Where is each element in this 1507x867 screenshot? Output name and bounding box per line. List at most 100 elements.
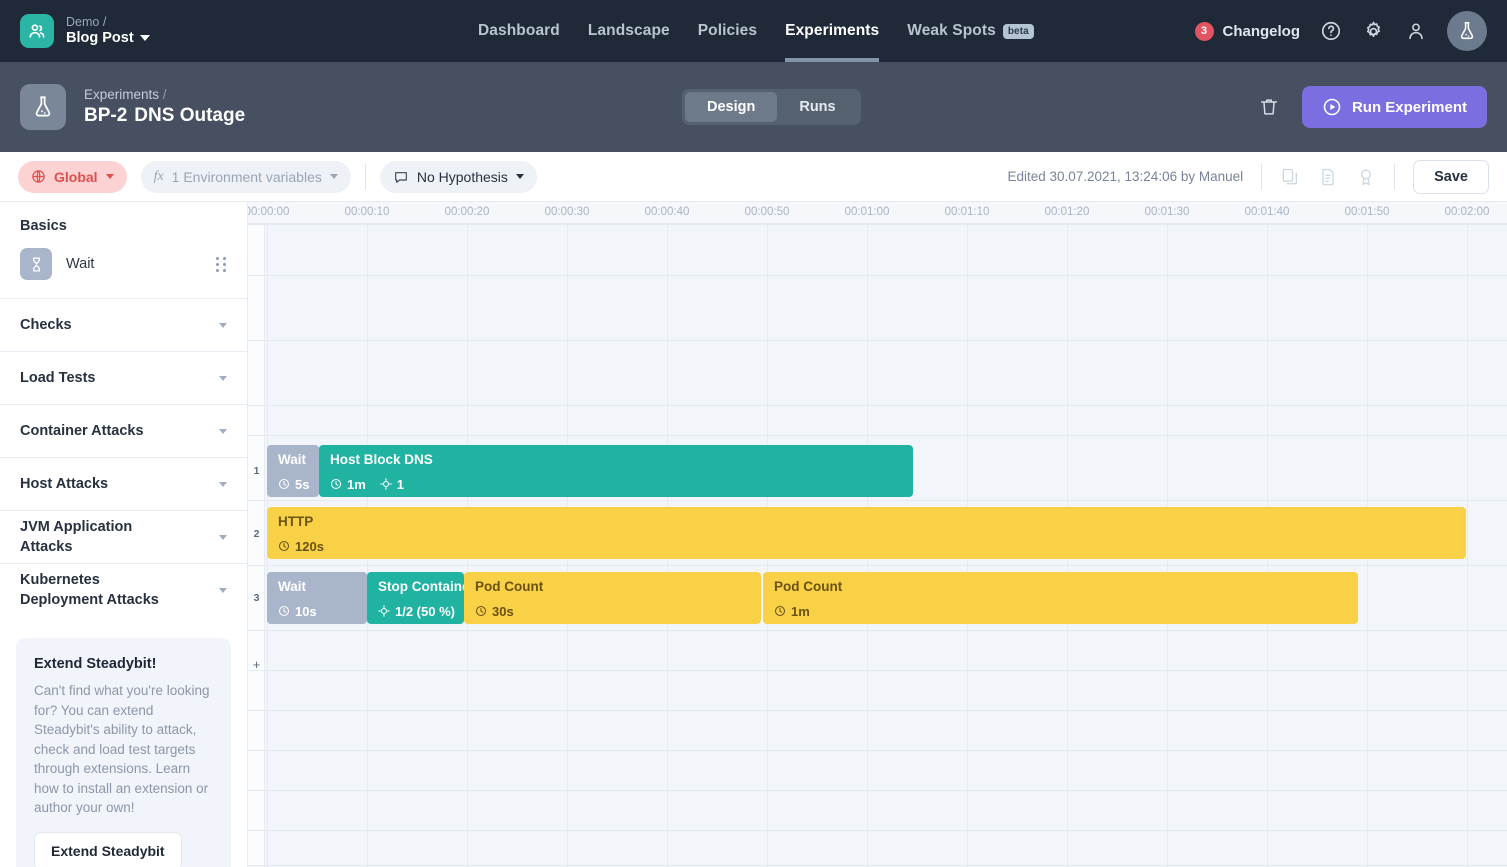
document-icon[interactable]	[1318, 167, 1338, 187]
clock-icon	[475, 605, 487, 617]
timeline-tick-label: 00:01:40	[1245, 206, 1290, 218]
help-icon[interactable]	[1320, 20, 1342, 42]
target-icon	[380, 478, 392, 490]
sidebar-group-container-attacks[interactable]: Container Attacks	[0, 404, 247, 457]
clock-icon	[330, 478, 342, 490]
brand-workspace-switcher[interactable]: Demo / Blog Post	[20, 14, 150, 48]
nav-item-dashboard[interactable]: Dashboard	[478, 0, 560, 62]
toolbar-right: Edited 30.07.2021, 13:24:06 by Manuel	[1007, 160, 1489, 194]
hypothesis-selector[interactable]: No Hypothesis	[380, 161, 537, 193]
environment-variables-selector[interactable]: fx 1 Environment variables	[141, 161, 351, 193]
flask-avatar-icon[interactable]	[1447, 11, 1487, 51]
timeline-tick-label: 00:00:30	[545, 206, 590, 218]
timeline-step[interactable]: HTTP120s	[267, 507, 1466, 559]
org-breadcrumb: Demo /	[66, 15, 150, 29]
environment-variables-label: 1 Environment variables	[172, 169, 322, 185]
sidebar-section-basics: Basics	[0, 202, 247, 242]
chevron-down-icon[interactable]	[516, 174, 524, 179]
promo-text: Can't find what you're looking for? You …	[34, 681, 213, 818]
sidebar-group-jvm-application-attacks[interactable]: JVM Application Attacks	[0, 510, 247, 563]
fx-icon: fx	[154, 169, 164, 185]
trash-icon[interactable]	[1258, 96, 1280, 118]
toolbar-divider	[1394, 164, 1395, 190]
timeline-step-title: Pod Count	[475, 580, 751, 595]
timeline-step-duration: 120s	[295, 539, 324, 554]
chevron-down-icon[interactable]	[219, 535, 227, 540]
drag-handle-icon[interactable]	[216, 257, 227, 272]
award-icon[interactable]	[1356, 167, 1376, 187]
timeline-step[interactable]: Host Block DNS1m1	[319, 445, 913, 497]
clock-icon	[278, 605, 290, 617]
comment-icon	[393, 169, 409, 185]
scope-selector[interactable]: Global	[18, 161, 127, 193]
app-root: Demo / Blog Post Dashboard Landscape Pol…	[0, 0, 1507, 867]
chevron-down-icon[interactable]	[219, 429, 227, 434]
toolbar-divider	[365, 164, 366, 190]
chevron-down-icon[interactable]	[219, 588, 227, 593]
timeline-tick-label: 00:00:10	[345, 206, 390, 218]
timeline-step-meta: 30s	[475, 604, 751, 619]
timeline-step[interactable]: Wait10s	[267, 572, 367, 624]
changelog-label: Changelog	[1223, 23, 1301, 40]
nav-item-policies[interactable]: Policies	[698, 0, 757, 62]
breadcrumb-experiments[interactable]: Experiments	[84, 87, 159, 102]
gear-icon[interactable]	[1362, 20, 1385, 43]
chevron-down-icon[interactable]	[106, 174, 114, 179]
nav-item-weak-spots[interactable]: Weak Spots beta	[907, 0, 1034, 62]
timeline-step-title: Wait	[278, 453, 309, 468]
extend-steadybit-promo: Extend Steadybit! Can't find what you're…	[16, 638, 231, 867]
timeline-step-meta: 1/2 (50 %)	[378, 604, 454, 619]
timeline-tick-label: 00:01:10	[945, 206, 990, 218]
tab-design[interactable]: Design	[685, 92, 777, 122]
timeline-step[interactable]: Pod Count 30s	[464, 572, 761, 624]
sidebar-item-wait[interactable]: Wait	[0, 242, 247, 298]
timeline-tick-label: 00:00:40	[645, 206, 690, 218]
chevron-down-icon[interactable]	[219, 323, 227, 328]
template-sidebar: Basics Wait Checks Load Tests	[0, 202, 248, 867]
experiment-heading: Experiments / BP-2DNS Outage	[84, 87, 245, 127]
sidebar-group-kubernetes-deployment-attacks[interactable]: Kubernetes Deployment Attacks	[0, 563, 247, 616]
nav-item-experiments[interactable]: Experiments	[785, 0, 879, 62]
chevron-down-icon[interactable]	[219, 376, 227, 381]
timeline-step-extra: 1	[397, 477, 404, 492]
subheader-actions: Run Experiment	[1258, 86, 1487, 128]
chevron-down-icon[interactable]	[330, 174, 338, 179]
changelog-button[interactable]: 3 Changelog	[1195, 22, 1301, 41]
sidebar-group-label: Container Attacks	[20, 421, 144, 441]
sidebar-group-checks[interactable]: Checks	[0, 298, 247, 351]
sidebar-group-host-attacks[interactable]: Host Attacks	[0, 457, 247, 510]
hypothesis-label: No Hypothesis	[417, 169, 508, 185]
designer-toolbar: Global fx 1 Environment variables No Hyp…	[0, 152, 1507, 202]
chevron-down-icon[interactable]	[140, 35, 150, 41]
save-button[interactable]: Save	[1413, 160, 1489, 194]
nav-item-landscape[interactable]: Landscape	[588, 0, 670, 62]
timeline-step[interactable]: Pod Count1m	[763, 572, 1358, 624]
design-runs-toggle: Design Runs	[682, 89, 861, 125]
sidebar-group-load-tests[interactable]: Load Tests	[0, 351, 247, 404]
user-icon[interactable]	[1405, 20, 1427, 42]
play-circle-icon	[1322, 97, 1342, 117]
globe-icon	[31, 169, 46, 184]
timeline-step-meta: 1m1	[330, 477, 903, 492]
timeline-step-duration: 1/2 (50 %)	[395, 604, 455, 619]
nav-label: Landscape	[588, 22, 670, 40]
changelog-count-badge: 3	[1195, 22, 1214, 41]
chevron-down-icon[interactable]	[219, 482, 227, 487]
nav-label: Weak Spots	[907, 22, 996, 40]
promo-title: Extend Steadybit!	[34, 656, 213, 672]
timeline-tick-label: 00:00:50	[745, 206, 790, 218]
timeline-tick-label: 00:01:50	[1345, 206, 1390, 218]
timeline-step[interactable]: Wait5s	[267, 445, 319, 497]
extend-steadybit-button[interactable]: Extend Steadybit	[34, 832, 182, 867]
timeline-tick-label: 00:01:20	[1045, 206, 1090, 218]
tab-runs[interactable]: Runs	[777, 92, 857, 122]
toolbar-icon-group	[1280, 167, 1376, 187]
copy-icon[interactable]	[1280, 167, 1300, 187]
timeline-step[interactable]: Stop Container 1/2 (50 %)	[367, 572, 464, 624]
timeline-step-title: Stop Container	[378, 580, 454, 595]
clock-icon	[278, 478, 290, 490]
run-experiment-button[interactable]: Run Experiment	[1302, 86, 1487, 128]
hourglass-icon	[20, 248, 52, 280]
target-icon	[378, 605, 390, 617]
experiment-timeline[interactable]: 00:00:0000:00:1000:00:2000:00:3000:00:40…	[248, 202, 1507, 867]
